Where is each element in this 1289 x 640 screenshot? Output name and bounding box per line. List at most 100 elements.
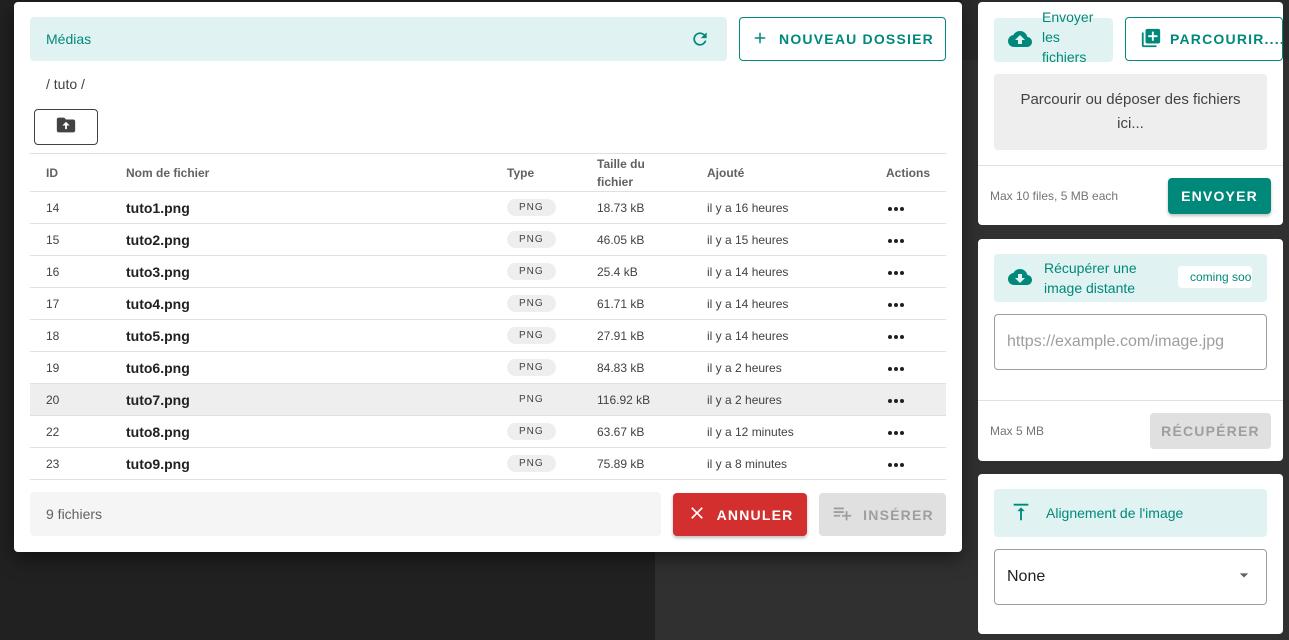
alignment-card: Alignement de l'image None bbox=[978, 474, 1283, 634]
table-row[interactable]: 14 tuto1.png PNG 18.73 kB il y a 16 heures bbox=[30, 191, 946, 224]
row-id: 16 bbox=[30, 255, 110, 288]
type-chip: PNG bbox=[507, 455, 556, 472]
row-actions-cell bbox=[866, 319, 946, 352]
dialog-title-bar: Médias bbox=[30, 17, 727, 61]
image-url-input[interactable] bbox=[994, 314, 1267, 370]
alignment-select-value: None bbox=[1007, 568, 1046, 585]
table-row[interactable]: 17 tuto4.png PNG 61.71 kB il y a 14 heures bbox=[30, 287, 946, 320]
insert-button[interactable]: INSÉRER bbox=[819, 493, 946, 536]
type-chip: PNG bbox=[507, 295, 556, 312]
playlist-add-icon bbox=[831, 502, 853, 527]
row-file-name[interactable]: tuto5.png bbox=[110, 319, 491, 352]
more-horizontal-icon[interactable] bbox=[887, 356, 905, 376]
browse-button[interactable]: PARCOURIR.... bbox=[1125, 17, 1283, 61]
alignment-select[interactable]: None bbox=[994, 549, 1267, 605]
table-row[interactable]: 18 tuto5.png PNG 27.91 kB il y a 14 heures bbox=[30, 319, 946, 352]
upload-limit-hint: Max 10 files, 5 MB each bbox=[990, 189, 1119, 203]
upload-header: Envoyer les fichiers bbox=[994, 9, 1113, 65]
alignment-header-label: Alignement de l'image bbox=[1046, 505, 1184, 521]
row-id: 19 bbox=[30, 351, 110, 384]
card-divider bbox=[978, 400, 1283, 401]
type-chip: PNG bbox=[507, 327, 556, 344]
row-size: 61.71 kB bbox=[581, 287, 691, 320]
row-file-name[interactable]: tuto1.png bbox=[110, 191, 491, 224]
table-header-row: ID Nom de fichier Type Taille du fichier… bbox=[30, 153, 946, 192]
type-chip: PNG bbox=[507, 231, 556, 248]
type-chip: PNG bbox=[507, 391, 556, 408]
row-id: 14 bbox=[30, 191, 110, 224]
row-added: il y a 14 heures bbox=[691, 255, 866, 288]
col-header-added[interactable]: Ajouté bbox=[691, 153, 866, 192]
chevron-down-icon bbox=[1234, 565, 1254, 590]
row-file-name[interactable]: tuto3.png bbox=[110, 255, 491, 288]
breadcrumb[interactable]: / tuto / bbox=[46, 76, 85, 92]
more-horizontal-icon[interactable] bbox=[887, 388, 905, 408]
row-actions-cell bbox=[866, 287, 946, 320]
row-file-name[interactable]: tuto4.png bbox=[110, 287, 491, 320]
file-count: 9 fichiers bbox=[30, 492, 661, 536]
row-added: il y a 2 heures bbox=[691, 351, 866, 384]
row-file-name[interactable]: tuto7.png bbox=[110, 383, 491, 416]
row-type-cell: PNG bbox=[491, 191, 581, 224]
row-size: 84.83 kB bbox=[581, 351, 691, 384]
coming-soon-badge: coming soon bbox=[1178, 266, 1252, 288]
row-actions-cell bbox=[866, 255, 946, 288]
table-row[interactable]: 23 tuto9.png PNG 75.89 kB il y a 8 minutes bbox=[30, 447, 946, 480]
row-id: 15 bbox=[30, 223, 110, 256]
more-horizontal-icon[interactable] bbox=[887, 228, 905, 248]
table-row[interactable]: 19 tuto6.png PNG 84.83 kB il y a 2 heures bbox=[30, 351, 946, 384]
row-size: 18.73 kB bbox=[581, 191, 691, 224]
send-button[interactable]: ENVOYER bbox=[1168, 178, 1271, 214]
row-type-cell: PNG bbox=[491, 383, 581, 416]
more-horizontal-icon[interactable] bbox=[887, 292, 905, 312]
row-actions-cell bbox=[866, 447, 946, 480]
folder-upload-icon bbox=[55, 114, 77, 141]
row-id: 18 bbox=[30, 319, 110, 352]
row-type-cell: PNG bbox=[491, 223, 581, 256]
row-id: 22 bbox=[30, 415, 110, 448]
insert-label: INSÉRER bbox=[863, 506, 934, 523]
close-icon bbox=[687, 503, 707, 526]
parent-folder-button[interactable] bbox=[34, 109, 98, 145]
col-header-type[interactable]: Type bbox=[491, 153, 581, 192]
col-header-id[interactable]: ID bbox=[30, 153, 110, 192]
file-dropzone[interactable]: Parcourir ou déposer des fichiers ici... bbox=[994, 74, 1267, 150]
row-file-name[interactable]: tuto9.png bbox=[110, 447, 491, 480]
refresh-icon[interactable] bbox=[689, 28, 711, 50]
row-actions-cell bbox=[866, 351, 946, 384]
type-chip: PNG bbox=[507, 199, 556, 216]
more-horizontal-icon[interactable] bbox=[887, 420, 905, 440]
row-file-name[interactable]: tuto2.png bbox=[110, 223, 491, 256]
col-header-size-label: Taille du fichier bbox=[597, 156, 645, 189]
row-actions-cell bbox=[866, 223, 946, 256]
col-header-size[interactable]: Taille du fichier bbox=[581, 153, 691, 192]
row-file-name[interactable]: tuto6.png bbox=[110, 351, 491, 384]
more-horizontal-icon[interactable] bbox=[887, 324, 905, 344]
row-type-cell: PNG bbox=[491, 255, 581, 288]
row-actions-cell bbox=[866, 415, 946, 448]
cancel-label: ANNULER bbox=[716, 506, 794, 523]
row-added: il y a 15 heures bbox=[691, 223, 866, 256]
type-chip: PNG bbox=[507, 423, 556, 440]
type-chip: PNG bbox=[507, 263, 556, 280]
cancel-button[interactable]: ANNULER bbox=[673, 493, 807, 536]
col-header-name[interactable]: Nom de fichier bbox=[110, 153, 491, 192]
more-horizontal-icon[interactable] bbox=[887, 260, 905, 280]
row-id: 20 bbox=[30, 383, 110, 416]
fetch-button[interactable]: RÉCUPÉRER bbox=[1150, 413, 1271, 449]
table-row[interactable]: 22 tuto8.png PNG 63.67 kB il y a 12 minutes bbox=[30, 415, 946, 448]
new-folder-button[interactable]: NOUVEAU DOSSIER bbox=[739, 17, 946, 61]
table-row[interactable]: 20 tuto7.png PNG 116.92 kB il y a 2 heures bbox=[30, 383, 946, 416]
row-size: 27.91 kB bbox=[581, 319, 691, 352]
new-folder-label: NOUVEAU DOSSIER bbox=[779, 31, 934, 47]
table-row[interactable]: 16 tuto3.png PNG 25.4 kB il y a 14 heures bbox=[30, 255, 946, 288]
remote-header-label: Récupérer une image distante bbox=[1044, 260, 1137, 296]
col-header-actions: Actions bbox=[866, 153, 946, 192]
row-size: 75.89 kB bbox=[581, 447, 691, 480]
more-horizontal-icon[interactable] bbox=[887, 452, 905, 472]
table-row[interactable]: 15 tuto2.png PNG 46.05 kB il y a 15 heures bbox=[30, 223, 946, 256]
more-horizontal-icon[interactable] bbox=[887, 196, 905, 216]
row-file-name[interactable]: tuto8.png bbox=[110, 415, 491, 448]
row-added: il y a 8 minutes bbox=[691, 447, 866, 480]
row-type-cell: PNG bbox=[491, 351, 581, 384]
